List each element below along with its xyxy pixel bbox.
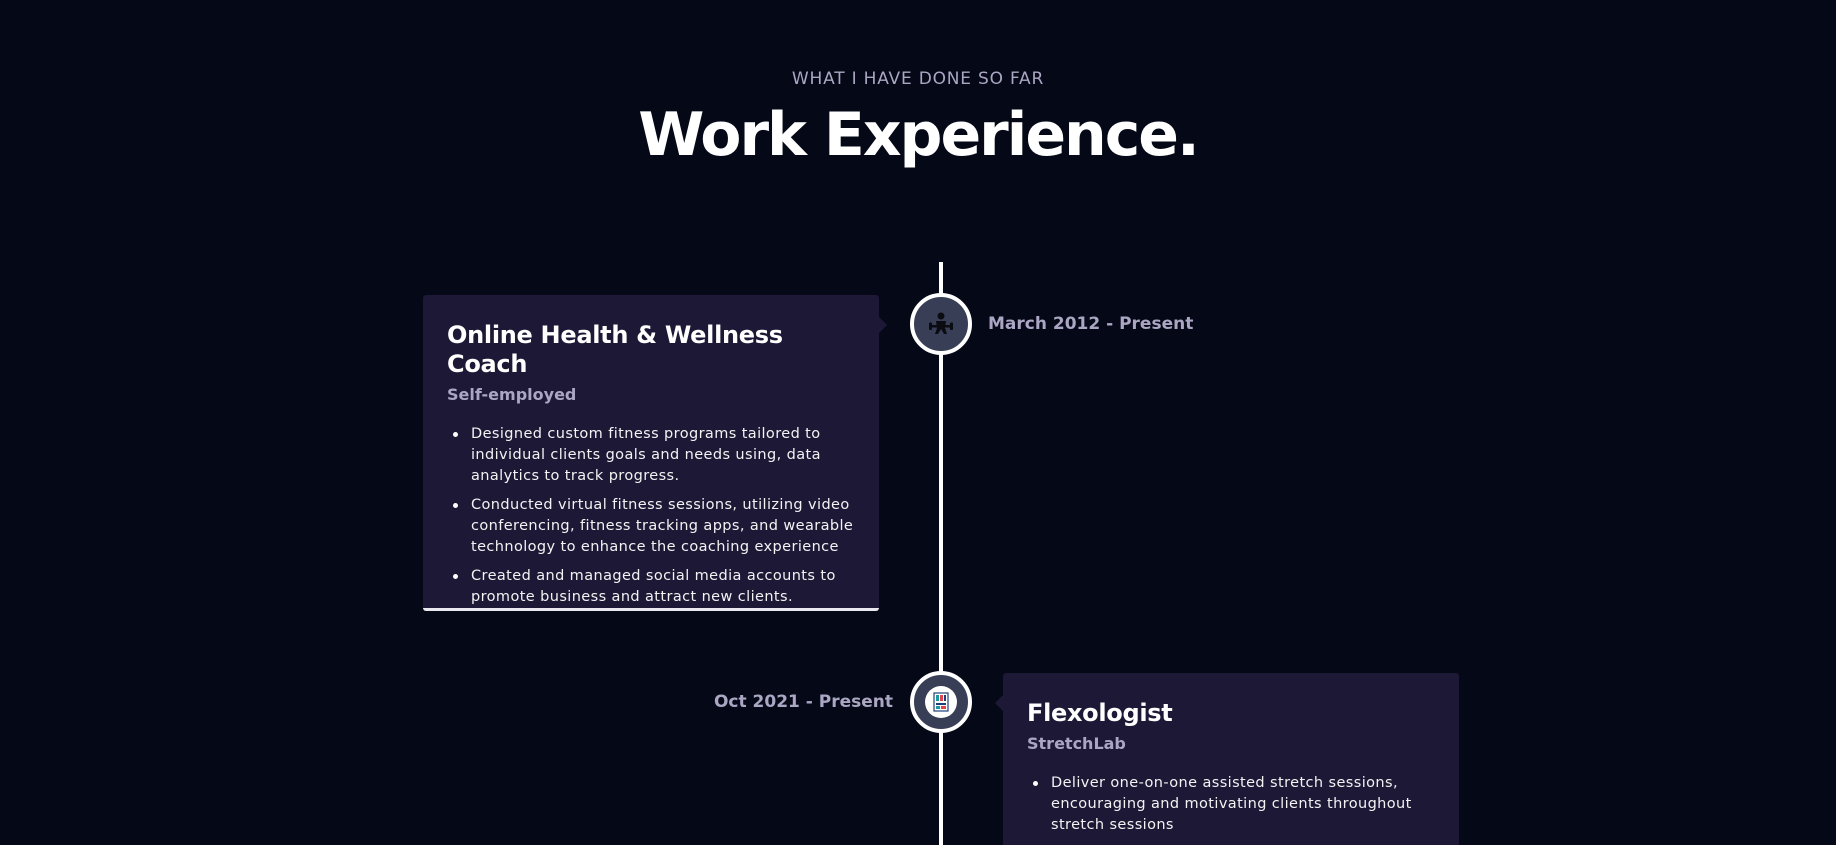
experience-card-coach: Online Health & Wellness Coach Self-empl… [423,295,887,611]
timeline-node-coach [910,293,972,355]
experience-company: Self-employed [447,384,577,404]
fitness-person-icon [925,308,957,340]
experience-company: StretchLab [1027,733,1126,753]
section-subtitle: WHAT I HAVE DONE SO FAR [791,69,1045,89]
experience-section: WHAT I HAVE DONE SO FAR Work Experience.… [0,0,1836,845]
experience-date: Oct 2021 - Present [713,692,893,712]
experience-date: March 2012 - Present [988,314,1194,334]
section-title: Work Experience. [638,100,1200,170]
timeline-node-flexologist [910,671,972,733]
experience-card-flexologist: Flexologist StretchLab Deliver one-on-on… [995,673,1459,845]
experience-point: Designed custom fitness programs tailore… [453,424,855,487]
card-arrow [995,695,1003,711]
experience-title: Flexologist [1027,699,1173,727]
experience-title: Online Health & Wellness Coach [447,321,783,378]
experience-point: Conducted virtual fitness sessions, util… [453,495,855,558]
experience-points: Deliver one-on-one assisted stretch sess… [1027,773,1435,836]
experience-points: Designed custom fitness programs tailore… [447,424,855,608]
experience-point: Deliver one-on-one assisted stretch sess… [1033,773,1435,836]
card-arrow [879,317,887,333]
stretchlab-logo-icon [925,686,957,718]
experience-point: Created and managed social media account… [453,566,855,608]
